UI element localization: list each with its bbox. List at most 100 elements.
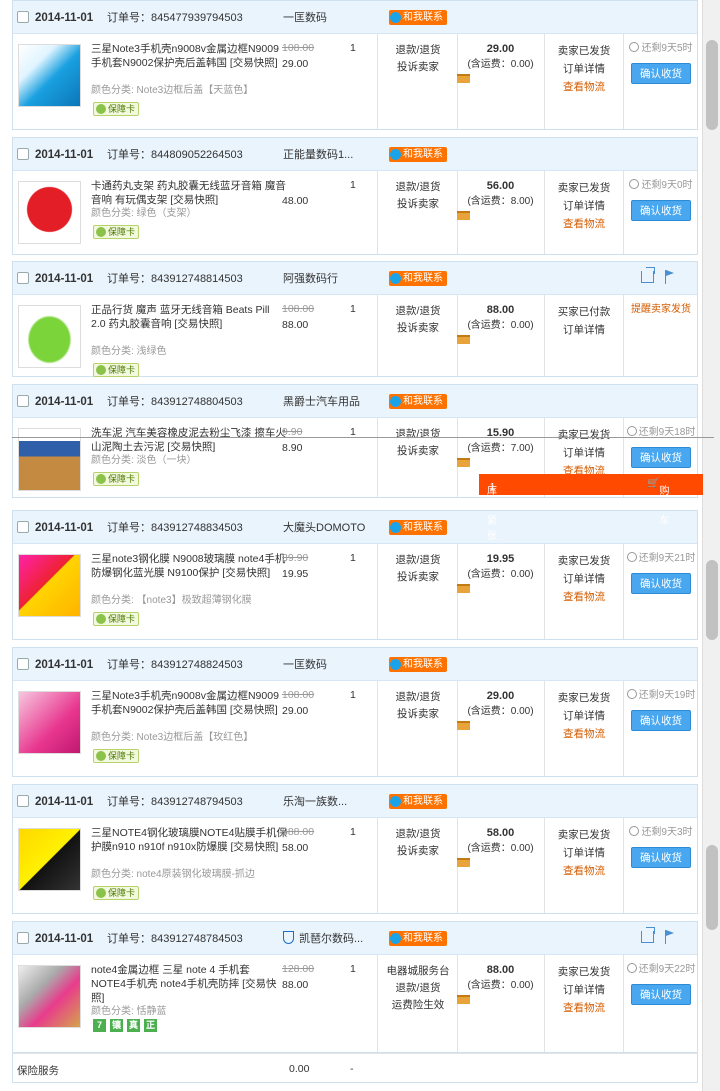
after-sale-link[interactable]: 退款/退货: [383, 689, 453, 706]
share-icon[interactable]: [641, 927, 655, 943]
order-checkbox[interactable]: [17, 932, 29, 944]
column-divider: [377, 295, 378, 376]
product-title[interactable]: 三星Note3手机壳n9008v金属边框N9009手机套N9002保护壳后盖韩国…: [91, 42, 287, 70]
contact-seller-button[interactable]: 和我联系: [389, 931, 447, 946]
product-title[interactable]: 正品行货 魔声 蓝牙无线音箱 Beats Pill 2.0 药丸胶囊音响 [交易…: [91, 303, 287, 331]
scroll-thumb-3[interactable]: [706, 845, 718, 930]
scroll-thumb-2[interactable]: [706, 560, 718, 640]
scrollbar[interactable]: [702, 0, 720, 1091]
product-image[interactable]: [18, 181, 81, 244]
guarantee-badge[interactable]: 保障卡: [93, 102, 140, 116]
remind-seller-link[interactable]: 提醒卖家发货: [623, 303, 699, 317]
flag-icon[interactable]: [665, 930, 675, 944]
order-checkbox[interactable]: [17, 395, 29, 407]
product-image[interactable]: [18, 305, 81, 368]
contact-seller-button[interactable]: 和我联系: [389, 794, 447, 809]
guarantee-badge[interactable]: 保障卡: [93, 472, 140, 486]
after-sale-link[interactable]: 投诉卖家: [383, 196, 453, 213]
after-sale-link[interactable]: 退款/退货: [383, 426, 453, 443]
product-title[interactable]: 洗车泥 汽车美容橡皮泥去粉尘飞漆 擦车火山泥陶土去污泥 [交易快照]: [91, 426, 287, 454]
order-detail-link[interactable]: 订单详情: [544, 60, 624, 78]
order-detail-link[interactable]: 订单详情: [544, 981, 624, 999]
track-shipment-link[interactable]: 查看物流: [544, 999, 624, 1017]
product-title[interactable]: 三星note3钢化膜 N9008玻璃膜 note4手机防爆钢化蓝光膜 N9100…: [91, 552, 287, 580]
service-tag[interactable]: 7: [93, 1019, 106, 1032]
order-checkbox[interactable]: [17, 11, 29, 23]
confirm-receipt-button[interactable]: 确认收货: [631, 847, 691, 868]
confirm-receipt-button[interactable]: 确认收货: [631, 447, 691, 468]
after-sale-link[interactable]: 投诉卖家: [383, 569, 453, 586]
after-sale-link[interactable]: 退款/退货: [383, 303, 453, 320]
cart-button[interactable]: 🛒 购物车: [647, 478, 669, 527]
shop-name[interactable]: 阿强数码行: [283, 272, 338, 286]
order-checkbox[interactable]: [17, 658, 29, 670]
flag-icon[interactable]: [665, 270, 675, 284]
shop-name[interactable]: 黑爵士汽车用品: [283, 395, 360, 409]
after-sale-link[interactable]: 退款/退货: [383, 552, 453, 569]
guarantee-badge[interactable]: 保障卡: [93, 363, 140, 377]
product-image[interactable]: [18, 554, 81, 617]
contact-seller-button[interactable]: 和我联系: [389, 271, 447, 286]
guarantee-badge[interactable]: 保障卡: [93, 886, 140, 900]
after-sale-link[interactable]: 退款/退货: [383, 179, 453, 196]
after-sale-link[interactable]: 运费险生效: [383, 997, 453, 1014]
after-sale-link[interactable]: 投诉卖家: [383, 706, 453, 723]
confirm-receipt-button[interactable]: 确认收货: [631, 710, 691, 731]
product-image[interactable]: [18, 691, 81, 754]
contact-seller-button[interactable]: 和我联系: [389, 520, 447, 535]
scroll-thumb[interactable]: [706, 40, 718, 130]
confirm-receipt-button[interactable]: 确认收货: [631, 573, 691, 594]
shop-name[interactable]: 凯琶尔数码...: [299, 932, 363, 946]
order-checkbox[interactable]: [17, 521, 29, 533]
service-tag[interactable]: 镶: [110, 1019, 123, 1032]
service-tag[interactable]: 真: [127, 1019, 140, 1032]
order-detail-link[interactable]: 订单详情: [544, 844, 624, 862]
contact-seller-button[interactable]: 和我联系: [389, 657, 447, 672]
after-sale-link[interactable]: 退款/退货: [383, 980, 453, 997]
order-detail-link[interactable]: 订单详情: [544, 321, 624, 339]
contact-seller-button[interactable]: 和我联系: [389, 394, 447, 409]
after-sale-link[interactable]: 投诉卖家: [383, 843, 453, 860]
order-checkbox[interactable]: [17, 795, 29, 807]
contact-seller-button[interactable]: 和我联系: [389, 147, 447, 162]
shop-name[interactable]: 大魔头DOMOTO: [283, 521, 365, 535]
after-sale-link[interactable]: 投诉卖家: [383, 59, 453, 76]
after-sale-link[interactable]: 退款/退货: [383, 42, 453, 59]
confirm-receipt-button[interactable]: 确认收货: [631, 63, 691, 84]
after-sale-link[interactable]: 电器城服务台: [383, 963, 453, 980]
track-shipment-link[interactable]: 查看物流: [544, 588, 624, 606]
shop-name[interactable]: 乐淘一族数...: [283, 795, 347, 809]
order-detail-link[interactable]: 订单详情: [544, 197, 624, 215]
confirm-receipt-button[interactable]: 确认收货: [631, 200, 691, 221]
product-image[interactable]: [18, 965, 81, 1028]
after-sale-link[interactable]: 退款/退货: [383, 826, 453, 843]
order-checkbox[interactable]: [17, 272, 29, 284]
guarantee-badge[interactable]: 保障卡: [93, 225, 140, 239]
product-title[interactable]: 三星Note3手机壳n9008v金属边框N9009手机套N9002保护壳后盖韩国…: [91, 689, 287, 717]
guarantee-badge[interactable]: 保障卡: [93, 749, 140, 763]
track-shipment-link[interactable]: 查看物流: [544, 215, 624, 233]
shop-name[interactable]: 正能量数码1...: [283, 148, 353, 162]
shop-name[interactable]: 一匡数码: [283, 658, 327, 672]
product-title[interactable]: 三星NOTE4钢化玻璃膜NOTE4贴膜手机保护膜n910 n910f n910x…: [91, 826, 287, 854]
shop-name[interactable]: 一匡数码: [283, 11, 327, 25]
track-shipment-link[interactable]: 查看物流: [544, 862, 624, 880]
order-checkbox[interactable]: [17, 148, 29, 160]
confirm-receipt-button[interactable]: 确认收货: [631, 984, 691, 1005]
share-icon[interactable]: [641, 267, 655, 283]
track-shipment-link[interactable]: 查看物流: [544, 725, 624, 743]
product-image[interactable]: [18, 828, 81, 891]
track-shipment-link[interactable]: 查看物流: [544, 78, 624, 96]
guarantee-badge[interactable]: 保障卡: [93, 612, 140, 626]
product-title[interactable]: note4金属边框 三星 note 4 手机套 NOTE4手机壳 note4手机…: [91, 963, 287, 1005]
service-tag[interactable]: 正: [144, 1019, 157, 1032]
order-detail-link[interactable]: 订单详情: [544, 444, 624, 462]
order-detail-link[interactable]: 订单详情: [544, 707, 624, 725]
contact-seller-button[interactable]: 和我联系: [389, 10, 447, 25]
order-detail-link[interactable]: 订单详情: [544, 570, 624, 588]
after-sale-link[interactable]: 投诉卖家: [383, 443, 453, 460]
floating-cart-bar[interactable]: 库存紧张 1 🛒 购物车: [479, 474, 703, 542]
product-title[interactable]: 卡通药丸支架 药丸胶囊无线蓝牙音箱 魔音音响 有玩偶支架 [交易快照]: [91, 179, 287, 207]
product-image[interactable]: [18, 44, 81, 107]
after-sale-link[interactable]: 投诉卖家: [383, 320, 453, 337]
